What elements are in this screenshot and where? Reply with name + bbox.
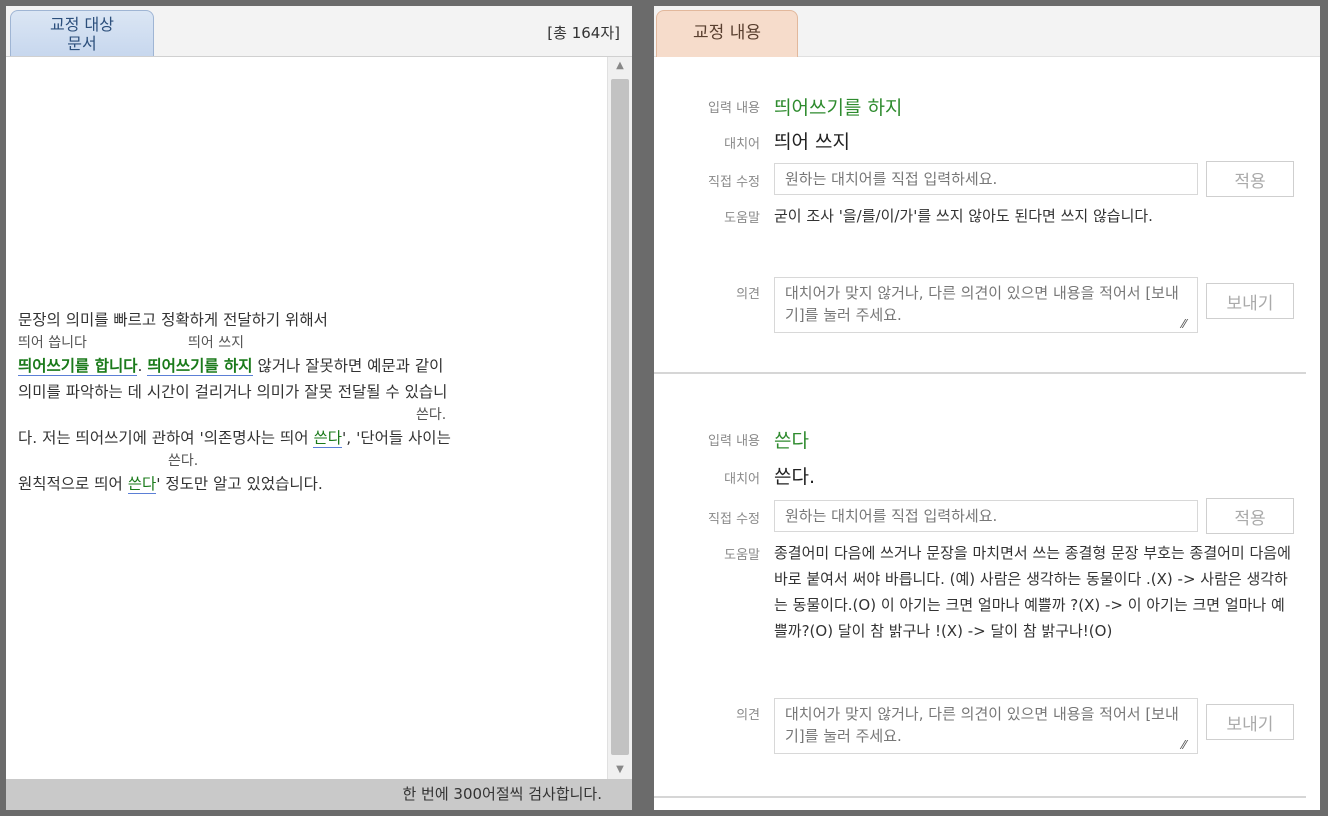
doc-text: 않거나 잘못하면 예문과 같이 <box>252 357 444 375</box>
input-value: 쓴다 <box>774 430 809 452</box>
error-span[interactable]: 띄어쓰기를 하지 <box>147 357 253 376</box>
doc-text: 원칙적으로 띄어 <box>18 475 128 493</box>
opinion-textarea[interactable] <box>774 277 1198 333</box>
document-panel: 교정 대상 문서 [총 164자] 문장의 의미를 빠르고 정확하게 전달하기 … <box>6 6 632 810</box>
suggestion-text: 띄어 쓰지 <box>188 335 244 351</box>
doc-line-1: 문장의 의미를 빠르고 정확하게 전달하기 위해서 <box>18 307 603 333</box>
doc-text: 의미를 파악하는 데 시간이 걸리거나 의미가 잘못 전달될 수 있습니 <box>18 383 448 401</box>
resize-handle-icon[interactable]: ⁄⁄ <box>1182 739 1192 751</box>
replace-label: 대치어 <box>724 137 760 152</box>
direct-edit-label: 직접 수정 <box>708 512 760 527</box>
error-span[interactable]: 쓴다 <box>127 475 157 494</box>
character-count: [총 164자] <box>547 24 620 42</box>
suggestion-line-3: 쓴다. <box>18 451 603 471</box>
error-span[interactable]: 띄어쓰기를 합니다 <box>18 357 138 376</box>
replace-value[interactable]: 띄어 쓰지 <box>774 127 850 154</box>
help-text: 굳이 조사 '을/를/이/가'를 쓰지 않아도 된다면 쓰지 않습니다. <box>774 207 1153 225</box>
tab-correction-content[interactable]: 교정 내용 <box>656 10 798 57</box>
suggestion-text: 쓴다. <box>416 407 447 423</box>
status-bar: 한 번에 300어절씩 검사합니다. <box>6 779 632 810</box>
suggestion-line-2: 쓴다. <box>18 405 603 425</box>
send-button[interactable]: 보내기 <box>1206 283 1294 319</box>
input-label: 입력 내용 <box>708 434 760 449</box>
help-label: 도움말 <box>724 211 760 226</box>
direct-edit-input[interactable] <box>774 163 1198 195</box>
document-panel-header: 교정 대상 문서 [총 164자] <box>6 6 632 57</box>
apply-button[interactable]: 적용 <box>1206 498 1294 534</box>
replace-value[interactable]: 쓴다. <box>774 462 815 489</box>
suggestion-line-1: 띄어 씁니다 띄어 쓰지 <box>18 333 603 353</box>
suggestion-text: 띄어 씁니다 <box>18 335 87 351</box>
input-label: 입력 내용 <box>708 101 760 116</box>
scroll-up-icon[interactable]: ▲ <box>608 57 632 75</box>
correction-panel-header: 교정 내용 <box>654 6 1320 57</box>
doc-text: 문장의 의미를 빠르고 정확하게 전달하기 위해서 <box>18 311 328 329</box>
scroll-down-icon[interactable]: ▼ <box>608 761 632 779</box>
doc-line-5: 원칙적으로 띄어 쓴다' 정도만 알고 있었습니다. <box>18 471 603 497</box>
help-label: 도움말 <box>724 548 760 563</box>
correction-card-1: 입력 내용 띄어쓰기를 하지 대치어 띄어 쓰지 직접 수정 적용 도움말 굳이… <box>654 57 1306 377</box>
resize-handle-icon[interactable]: ⁄⁄ <box>1182 318 1192 330</box>
document-lines: 문장의 의미를 빠르고 정확하게 전달하기 위해서 띄어 씁니다 띄어 쓰지 띄… <box>18 307 603 497</box>
scroll-thumb[interactable] <box>611 79 629 755</box>
direct-edit-label: 직접 수정 <box>708 175 760 190</box>
doc-line-4: 다. 저는 띄어쓰기에 관하여 '의존명사는 띄어 쓴다', '단어들 사이는 <box>18 425 603 451</box>
error-span[interactable]: 쓴다 <box>313 429 342 448</box>
doc-text: . <box>137 357 148 375</box>
tab-target-document[interactable]: 교정 대상 문서 <box>10 10 154 56</box>
apply-button[interactable]: 적용 <box>1206 161 1294 197</box>
document-scrollbar[interactable]: ▲ ▼ <box>607 57 632 779</box>
opinion-label: 의견 <box>736 708 760 723</box>
help-text: 종결어미 다음에 쓰거나 문장을 마치면서 쓰는 종결형 문장 부호는 종결어미… <box>774 544 1291 640</box>
correction-panel: 교정 내용 입력 내용 띄어쓰기를 하지 대치어 띄어 쓰지 직접 수정 적용 … <box>654 6 1320 810</box>
suggestion-text: 쓴다. <box>168 453 199 469</box>
replace-label: 대치어 <box>724 472 760 487</box>
send-button[interactable]: 보내기 <box>1206 704 1294 740</box>
correction-card-2: 입력 내용 쓴다 대치어 쓴다. 직접 수정 적용 도움말 종결어미 다음에 쓰… <box>654 374 1306 794</box>
doc-text: ' 정도만 알고 있었습니다. <box>156 475 323 493</box>
opinion-label: 의견 <box>736 287 760 302</box>
card-divider <box>654 796 1306 798</box>
input-value: 띄어쓰기를 하지 <box>774 97 903 119</box>
direct-edit-input[interactable] <box>774 500 1198 532</box>
document-text-area[interactable]: 문장의 의미를 빠르고 정확하게 전달하기 위해서 띄어 씁니다 띄어 쓰지 띄… <box>6 57 606 779</box>
doc-line-3: 의미를 파악하는 데 시간이 걸리거나 의미가 잘못 전달될 수 있습니 <box>18 379 603 405</box>
doc-text: ', '단어들 사이는 <box>341 429 451 447</box>
opinion-textarea[interactable] <box>774 698 1198 754</box>
doc-line-2: 띄어쓰기를 합니다. 띄어쓰기를 하지 않거나 잘못하면 예문과 같이 <box>18 353 603 379</box>
doc-text: 다. 저는 띄어쓰기에 관하여 '의존명사는 띄어 <box>18 429 314 447</box>
